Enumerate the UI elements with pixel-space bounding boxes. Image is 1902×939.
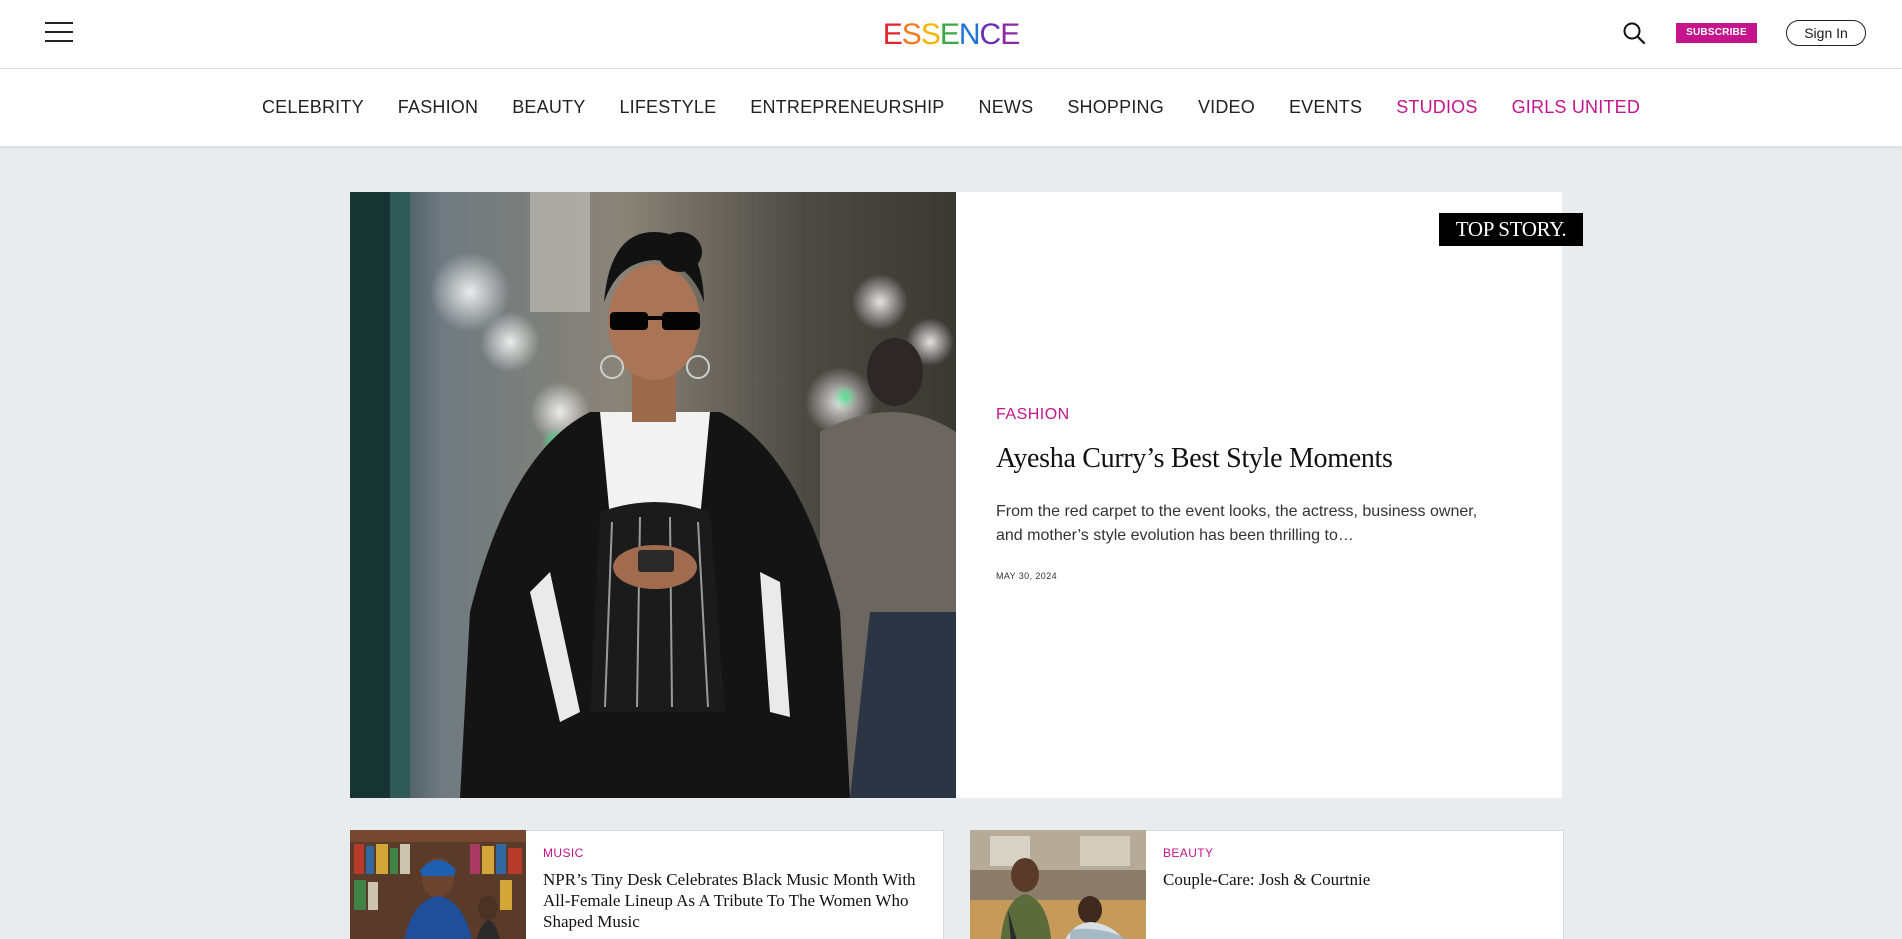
article-thumbnail[interactable] bbox=[970, 830, 1146, 939]
article-card[interactable]: BEAUTY Couple-Care: Josh & Courtnie bbox=[970, 830, 1564, 939]
nav-item-beauty[interactable]: BEAUTY bbox=[495, 97, 602, 118]
article-headline[interactable]: NPR’s Tiny Desk Celebrates Black Music M… bbox=[543, 869, 928, 932]
hero-category-link[interactable]: FASHION bbox=[996, 406, 1070, 424]
hero-description: From the red carpet to the event looks, … bbox=[996, 503, 1478, 544]
hero-image[interactable] bbox=[350, 192, 956, 798]
search-icon[interactable] bbox=[1621, 20, 1647, 46]
nav-list: CELEBRITY FASHION BEAUTY LIFESTYLE ENTREPREN… bbox=[0, 69, 1902, 146]
nav-item-lifestyle[interactable]: LIFESTYLE bbox=[602, 97, 733, 118]
nav-item-entrepreneurship[interactable]: ENTREPRENEURSHIP bbox=[733, 97, 961, 118]
top-story-badge: TOP STORY. bbox=[1439, 213, 1583, 246]
article-category-link[interactable]: MUSIC bbox=[543, 846, 584, 860]
nav-item-events[interactable]: EVENTS bbox=[1272, 97, 1379, 118]
nav-item-shopping[interactable]: SHOPPING bbox=[1050, 97, 1181, 118]
nav-item-fashion[interactable]: FASHION bbox=[381, 97, 495, 118]
site-header: ESSENCE SUBSCRIBE Sign In bbox=[0, 0, 1902, 69]
essence-logo[interactable]: ESSENCE bbox=[883, 18, 1020, 52]
nav-item-news[interactable]: NEWS bbox=[962, 97, 1051, 118]
hamburger-menu-icon[interactable] bbox=[45, 22, 73, 44]
nav-item-celebrity[interactable]: CELEBRITY bbox=[245, 97, 381, 118]
nav-item-video[interactable]: VIDEO bbox=[1181, 97, 1272, 118]
subscribe-button[interactable]: SUBSCRIBE bbox=[1676, 23, 1757, 43]
nav-item-studios[interactable]: STUDIOS bbox=[1379, 97, 1494, 118]
hero-date: MAY 30, 2024 bbox=[996, 571, 1058, 581]
hero-headline[interactable]: Ayesha Curry’s Best Style Moments bbox=[996, 443, 1393, 475]
top-story-card[interactable] bbox=[350, 192, 1562, 798]
article-card[interactable]: MUSIC NPR’s Tiny Desk Celebrates Black M… bbox=[350, 830, 944, 939]
article-category-link[interactable]: BEAUTY bbox=[1163, 846, 1213, 860]
main-navigation: CELEBRITY FASHION BEAUTY LIFESTYLE ENTREPREN… bbox=[0, 69, 1902, 146]
nav-item-girls-united[interactable]: GIRLS UNITED bbox=[1495, 97, 1657, 118]
sign-in-button[interactable]: Sign In bbox=[1786, 20, 1866, 46]
article-thumbnail[interactable] bbox=[350, 830, 526, 939]
article-headline[interactable]: Couple-Care: Josh & Courtnie bbox=[1163, 869, 1548, 890]
